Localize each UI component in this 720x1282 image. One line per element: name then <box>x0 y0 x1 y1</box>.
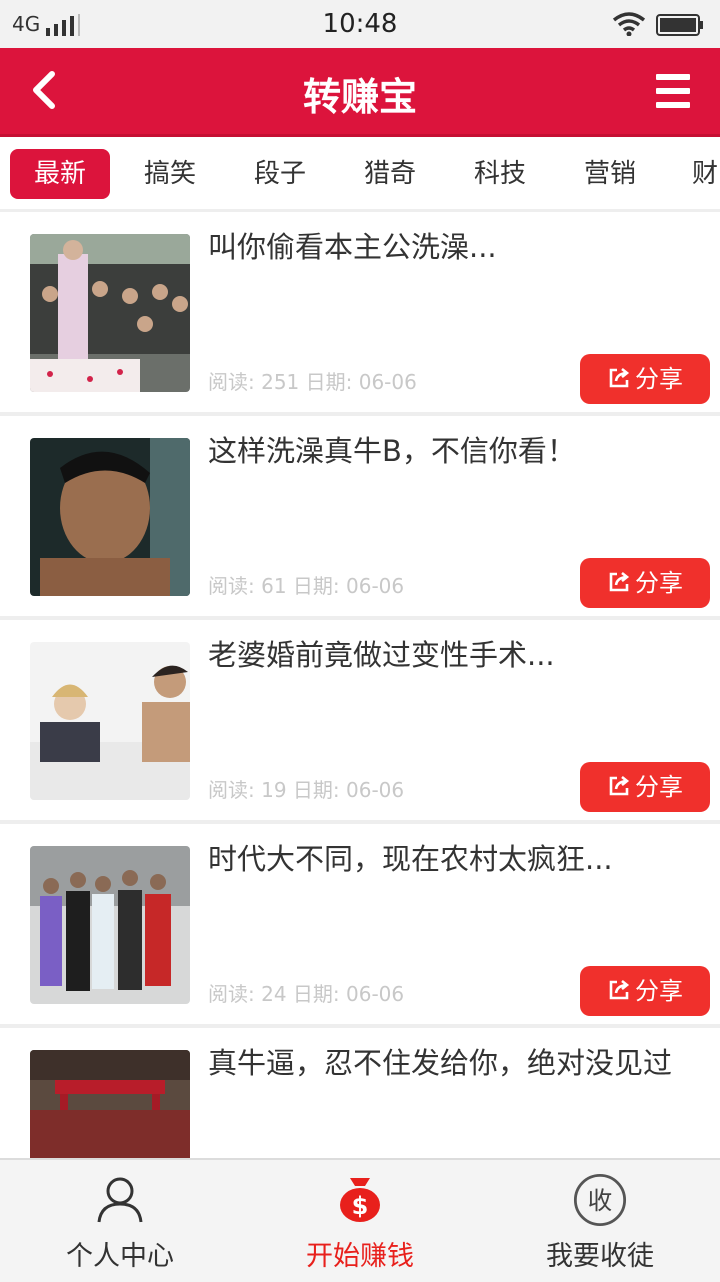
article-meta: 阅读: 24 日期: 06-06 <box>208 982 405 1006</box>
article-title[interactable]: 时代大不同，现在农村太疯狂... <box>208 842 678 876</box>
bottom-nav: 个人中心 $ 开始赚钱 收 我要收徒 <box>0 1158 720 1282</box>
app-bar: 转赚宝 <box>0 48 720 137</box>
nav-recruit[interactable]: 收 我要收徒 <box>480 1160 720 1282</box>
recruit-icon-glyph: 收 <box>588 1186 613 1215</box>
tab-jokes[interactable]: 段子 <box>230 149 330 199</box>
nav-label: 个人中心 <box>66 1241 174 1272</box>
article-thumbnail <box>30 642 190 800</box>
share-button[interactable]: 分享 <box>580 966 710 1016</box>
article-meta: 阅读: 251 日期: 06-06 <box>208 370 417 394</box>
money-bag-icon: $ <box>340 1178 380 1222</box>
article-item[interactable]: 老婆婚前竟做过变性手术... 阅读: 19 日期: 06-06 分享 <box>0 620 720 820</box>
hamburger-menu-icon[interactable] <box>654 72 692 110</box>
share-button[interactable]: 分享 <box>580 762 710 812</box>
article-thumbnail <box>30 438 190 596</box>
share-label: 分享 <box>635 569 683 597</box>
article-item[interactable]: 这样洗澡真牛B，不信你看！ 阅读: 61 日期: 06-06 分享 <box>0 416 720 616</box>
share-button[interactable]: 分享 <box>580 558 710 608</box>
person-icon <box>97 1177 143 1223</box>
category-tabs: 最新 搞笑 段子 猎奇 科技 营销 财 <box>0 137 720 209</box>
nav-start-earning[interactable]: $ 开始赚钱 <box>240 1160 480 1282</box>
wifi-icon <box>612 12 646 36</box>
article-title[interactable]: 真牛逼，忍不住发给你，绝对没见过 <box>208 1046 678 1080</box>
article-title[interactable]: 老婆婚前竟做过变性手术... <box>208 638 678 672</box>
article-meta: 阅读: 61 日期: 06-06 <box>208 574 405 598</box>
tab-tech[interactable]: 科技 <box>450 149 550 199</box>
nav-label: 我要收徒 <box>546 1241 654 1272</box>
tab-finance[interactable]: 财 <box>670 149 720 199</box>
article-item[interactable]: 时代大不同，现在农村太疯狂... 阅读: 24 日期: 06-06 分享 <box>0 824 720 1024</box>
article-thumbnail <box>30 234 190 392</box>
article-list: 叫你偷看本主公洗澡... 阅读: 251 日期: 06-06 分享 这样洗澡真牛… <box>0 212 720 1158</box>
article-meta: 阅读: 19 日期: 06-06 <box>208 778 405 802</box>
nav-label: 开始赚钱 <box>306 1241 414 1272</box>
share-label: 分享 <box>635 977 683 1005</box>
battery-icon <box>656 14 703 36</box>
share-icon <box>609 979 630 1000</box>
tab-marketing[interactable]: 营销 <box>560 149 660 199</box>
status-bar: 4G 10:48 <box>0 0 720 48</box>
shou-circle-icon: 收 <box>573 1173 627 1227</box>
article-title[interactable]: 这样洗澡真牛B，不信你看！ <box>208 434 678 468</box>
tab-latest[interactable]: 最新 <box>10 149 110 199</box>
tab-curious[interactable]: 猎奇 <box>340 149 440 199</box>
article-thumbnail <box>30 1050 190 1158</box>
page-title: 转赚宝 <box>302 75 417 119</box>
article-item[interactable]: 叫你偷看本主公洗澡... 阅读: 251 日期: 06-06 分享 <box>0 212 720 412</box>
share-icon <box>609 775 630 796</box>
share-button[interactable]: 分享 <box>580 354 710 404</box>
nav-personal-center[interactable]: 个人中心 <box>0 1160 240 1282</box>
share-icon <box>609 367 630 388</box>
share-icon <box>609 571 630 592</box>
tab-funny[interactable]: 搞笑 <box>120 149 220 199</box>
article-item[interactable]: 真牛逼，忍不住发给你，绝对没见过 <box>0 1028 720 1158</box>
share-label: 分享 <box>635 773 683 801</box>
article-title[interactable]: 叫你偷看本主公洗澡... <box>208 230 678 264</box>
article-thumbnail <box>30 846 190 1004</box>
svg-text:$: $ <box>352 1192 369 1220</box>
share-label: 分享 <box>635 365 683 393</box>
